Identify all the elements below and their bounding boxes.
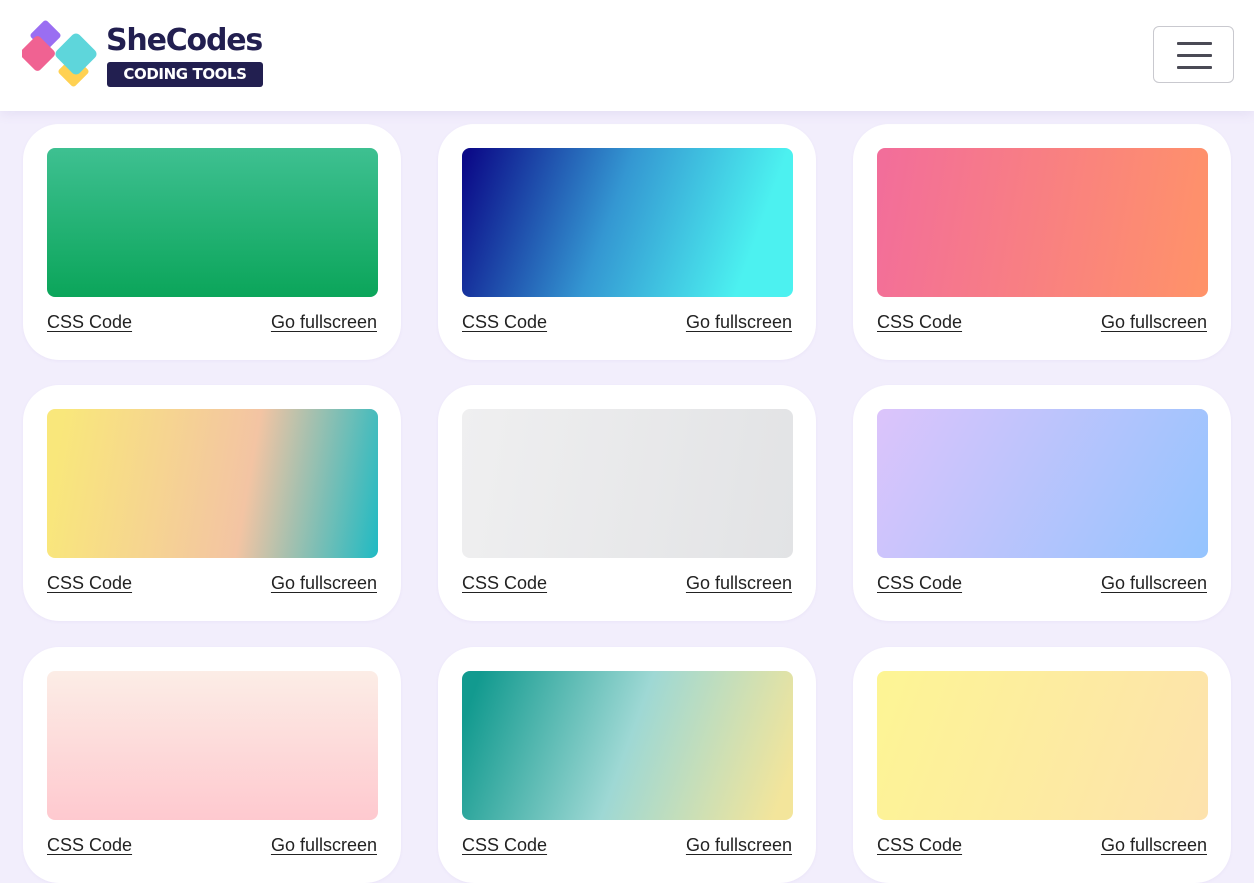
gradient-card: CSS Code Go fullscreen <box>23 647 401 883</box>
go-fullscreen-link[interactable]: Go fullscreen <box>271 573 377 594</box>
css-code-link[interactable]: CSS Code <box>462 573 547 594</box>
go-fullscreen-link[interactable]: Go fullscreen <box>686 835 792 856</box>
brand-badge: CODING TOOLS <box>107 62 263 87</box>
shecodes-logo[interactable]: SheCodes CODING TOOLS <box>22 18 282 94</box>
css-code-link[interactable]: CSS Code <box>877 835 962 856</box>
go-fullscreen-link[interactable]: Go fullscreen <box>1101 312 1207 333</box>
menu-toggle-button[interactable] <box>1153 26 1234 83</box>
css-code-link[interactable]: CSS Code <box>462 835 547 856</box>
gradient-preview[interactable] <box>877 671 1208 820</box>
go-fullscreen-link[interactable]: Go fullscreen <box>271 312 377 333</box>
gradient-card: CSS Code Go fullscreen <box>853 124 1231 360</box>
css-code-link[interactable]: CSS Code <box>877 573 962 594</box>
gradient-card: CSS Code Go fullscreen <box>23 124 401 360</box>
go-fullscreen-link[interactable]: Go fullscreen <box>1101 835 1207 856</box>
gradient-card: CSS Code Go fullscreen <box>853 647 1231 883</box>
gradient-preview[interactable] <box>877 148 1208 297</box>
gradient-card: CSS Code Go fullscreen <box>438 385 816 621</box>
gradient-preview[interactable] <box>47 409 378 558</box>
gradient-preview[interactable] <box>462 409 793 558</box>
hamburger-menu-icon <box>1177 42 1212 45</box>
go-fullscreen-link[interactable]: Go fullscreen <box>1101 573 1207 594</box>
css-code-link[interactable]: CSS Code <box>877 312 962 333</box>
gradient-card: CSS Code Go fullscreen <box>438 124 816 360</box>
gradient-preview[interactable] <box>462 148 793 297</box>
gradient-card: CSS Code Go fullscreen <box>23 385 401 621</box>
css-code-link[interactable]: CSS Code <box>47 573 132 594</box>
hamburger-menu-icon <box>1177 66 1212 69</box>
go-fullscreen-link[interactable]: Go fullscreen <box>686 573 792 594</box>
gradient-preview[interactable] <box>462 671 793 820</box>
shecodes-logo-icon <box>22 20 97 87</box>
gradient-card: CSS Code Go fullscreen <box>853 385 1231 621</box>
gradient-preview[interactable] <box>47 671 378 820</box>
brand-name: SheCodes <box>106 23 263 58</box>
top-navbar: SheCodes CODING TOOLS <box>0 0 1254 111</box>
gradient-preview[interactable] <box>47 148 378 297</box>
css-code-link[interactable]: CSS Code <box>47 312 132 333</box>
gradient-preview[interactable] <box>877 409 1208 558</box>
gradient-card: CSS Code Go fullscreen <box>438 647 816 883</box>
css-code-link[interactable]: CSS Code <box>462 312 547 333</box>
go-fullscreen-link[interactable]: Go fullscreen <box>271 835 377 856</box>
go-fullscreen-link[interactable]: Go fullscreen <box>686 312 792 333</box>
css-code-link[interactable]: CSS Code <box>47 835 132 856</box>
hamburger-menu-icon <box>1177 54 1212 57</box>
